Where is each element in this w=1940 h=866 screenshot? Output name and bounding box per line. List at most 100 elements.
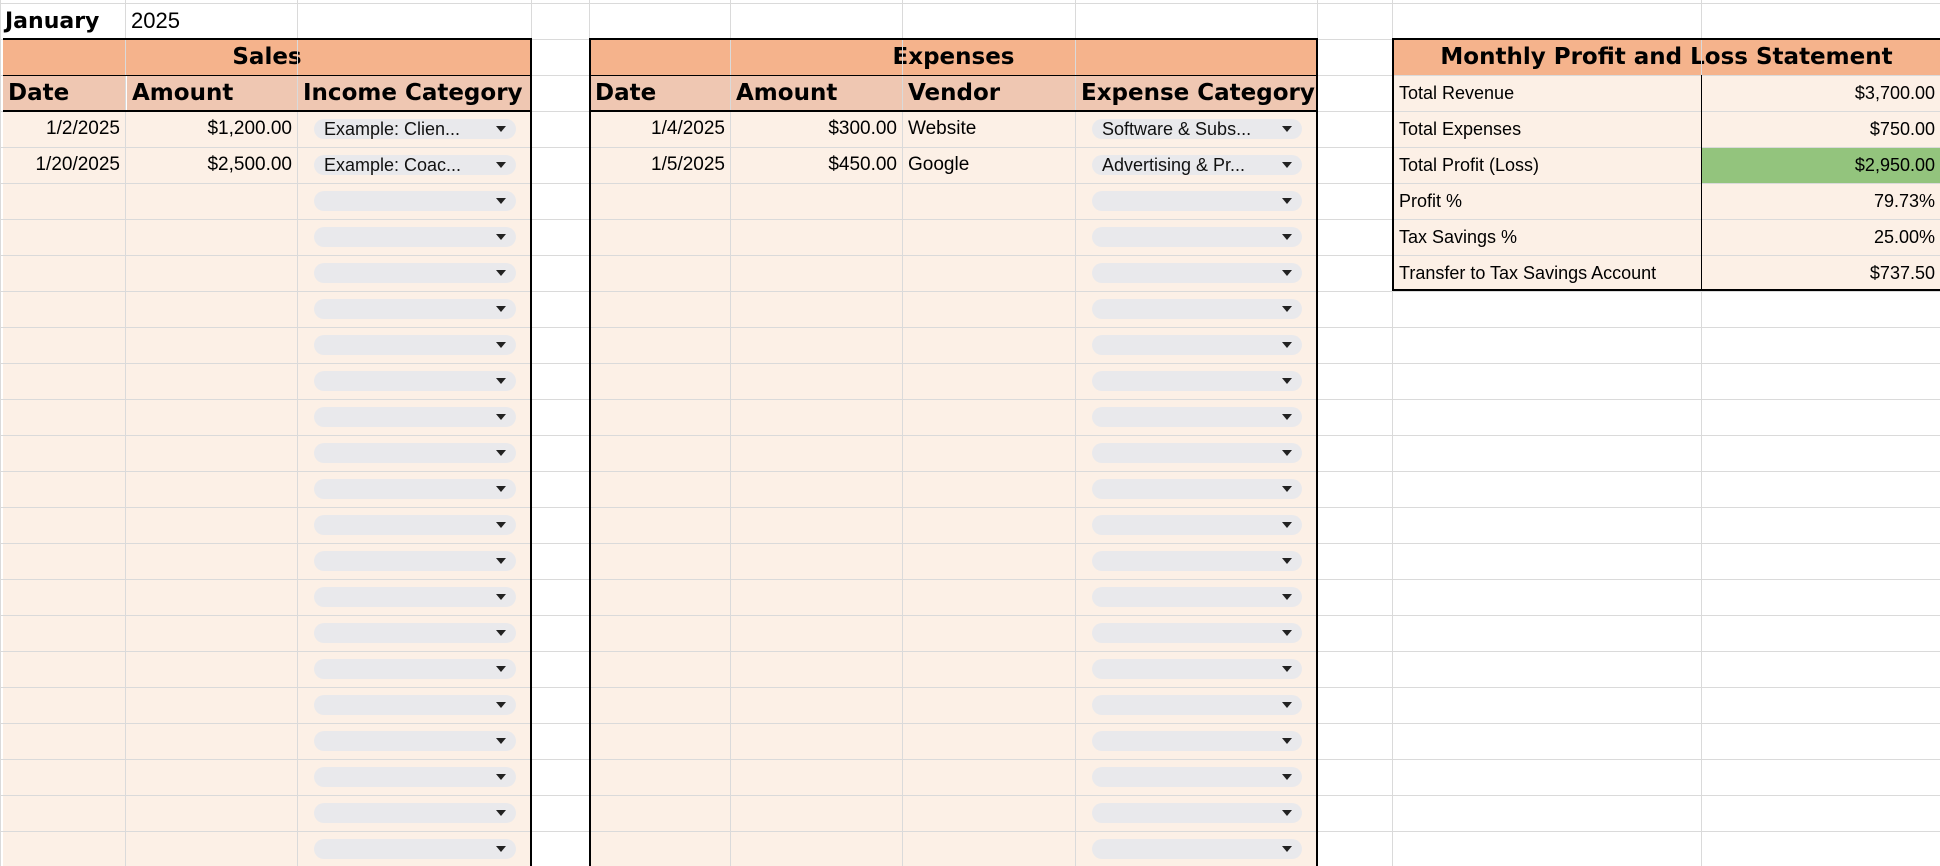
expense-vendor-cell[interactable]: [903, 543, 1075, 579]
expense-date-cell[interactable]: [591, 327, 730, 363]
sales-date-cell[interactable]: [3, 579, 125, 615]
expense-date-cell[interactable]: [591, 507, 730, 543]
pl-label[interactable]: Total Revenue: [1394, 75, 1701, 111]
expense-vendor-cell[interactable]: [903, 759, 1075, 795]
sales-amount-cell[interactable]: [126, 327, 297, 363]
pl-label[interactable]: Transfer to Tax Savings Account: [1394, 255, 1701, 291]
expense-category-dropdown[interactable]: [1092, 731, 1302, 751]
expense-vendor-cell[interactable]: [903, 327, 1075, 363]
expense-date-cell[interactable]: [591, 831, 730, 866]
expense-date-cell[interactable]: [591, 651, 730, 687]
expense-amount-cell[interactable]: [731, 615, 902, 651]
sales-date-cell[interactable]: [3, 183, 125, 219]
income-category-dropdown[interactable]: [314, 335, 516, 355]
expense-category-dropdown[interactable]: [1092, 479, 1302, 499]
expense-amount-cell[interactable]: [731, 579, 902, 615]
income-category-dropdown[interactable]: [314, 659, 516, 679]
sales-date-cell[interactable]: [3, 651, 125, 687]
expense-vendor-cell[interactable]: Website: [903, 111, 1075, 147]
expense-vendor-cell[interactable]: [903, 255, 1075, 291]
expense-category-dropdown[interactable]: [1092, 623, 1302, 643]
sales-amount-cell[interactable]: $1,200.00: [126, 111, 297, 147]
sales-date-cell[interactable]: [3, 831, 125, 866]
sales-date-cell[interactable]: [3, 255, 125, 291]
sales-date-cell[interactable]: [3, 795, 125, 831]
sales-date-cell[interactable]: [3, 471, 125, 507]
expense-amount-cell[interactable]: [731, 183, 902, 219]
expense-date-cell[interactable]: [591, 795, 730, 831]
sales-amount-cell[interactable]: [126, 435, 297, 471]
income-category-dropdown[interactable]: [314, 515, 516, 535]
sales-amount-cell[interactable]: [126, 255, 297, 291]
expense-amount-cell[interactable]: [731, 363, 902, 399]
income-category-dropdown[interactable]: [314, 191, 516, 211]
expense-date-cell[interactable]: [591, 579, 730, 615]
expense-category-dropdown[interactable]: [1092, 371, 1302, 391]
expense-category-dropdown[interactable]: [1092, 263, 1302, 283]
pl-label[interactable]: Total Profit (Loss): [1394, 147, 1701, 183]
expense-date-cell[interactable]: [591, 723, 730, 759]
expense-date-cell[interactable]: [591, 471, 730, 507]
expense-category-dropdown[interactable]: [1092, 587, 1302, 607]
sales-date-cell[interactable]: 1/20/2025: [3, 147, 125, 183]
sales-amount-cell[interactable]: [126, 183, 297, 219]
expense-amount-cell[interactable]: [731, 471, 902, 507]
expense-vendor-cell[interactable]: [903, 435, 1075, 471]
pl-value[interactable]: 79.73%: [1702, 183, 1940, 219]
pl-label[interactable]: Tax Savings %: [1394, 219, 1701, 255]
income-category-dropdown[interactable]: [314, 695, 516, 715]
expense-date-cell[interactable]: [591, 255, 730, 291]
expense-category-dropdown[interactable]: [1092, 767, 1302, 787]
expense-vendor-cell[interactable]: [903, 363, 1075, 399]
expense-category-dropdown[interactable]: [1092, 551, 1302, 571]
income-category-dropdown[interactable]: [314, 803, 516, 823]
pl-value[interactable]: $750.00: [1702, 111, 1940, 147]
sales-amount-cell[interactable]: [126, 759, 297, 795]
income-category-dropdown[interactable]: [314, 839, 516, 859]
expense-amount-cell[interactable]: $300.00: [731, 111, 902, 147]
sales-amount-cell[interactable]: [126, 651, 297, 687]
expense-vendor-cell[interactable]: [903, 183, 1075, 219]
income-category-dropdown[interactable]: [314, 227, 516, 247]
expense-vendor-cell[interactable]: [903, 795, 1075, 831]
expense-vendor-cell[interactable]: [903, 471, 1075, 507]
expense-category-dropdown[interactable]: [1092, 803, 1302, 823]
expense-vendor-cell[interactable]: [903, 651, 1075, 687]
expense-amount-cell[interactable]: [731, 651, 902, 687]
sales-amount-cell[interactable]: [126, 723, 297, 759]
expense-date-cell[interactable]: [591, 687, 730, 723]
sales-date-cell[interactable]: 1/2/2025: [3, 111, 125, 147]
expense-vendor-cell[interactable]: [903, 579, 1075, 615]
sales-amount-cell[interactable]: [126, 543, 297, 579]
expense-amount-cell[interactable]: [731, 327, 902, 363]
income-category-dropdown[interactable]: [314, 623, 516, 643]
sales-date-cell[interactable]: [3, 291, 125, 327]
expense-amount-cell[interactable]: [731, 219, 902, 255]
expense-vendor-cell[interactable]: [903, 831, 1075, 866]
month-label-cell[interactable]: January: [0, 3, 125, 39]
expense-date-cell[interactable]: [591, 399, 730, 435]
income-category-dropdown[interactable]: [314, 551, 516, 571]
expense-amount-cell[interactable]: [731, 687, 902, 723]
income-category-dropdown[interactable]: [314, 767, 516, 787]
pl-value[interactable]: $3,700.00: [1702, 75, 1940, 111]
sales-amount-cell[interactable]: $2,500.00: [126, 147, 297, 183]
income-category-dropdown[interactable]: [314, 407, 516, 427]
income-category-dropdown[interactable]: Example: Clien...: [314, 119, 516, 139]
expense-amount-cell[interactable]: [731, 435, 902, 471]
sales-date-cell[interactable]: [3, 543, 125, 579]
pl-label[interactable]: Profit %: [1394, 183, 1701, 219]
expense-category-dropdown[interactable]: [1092, 227, 1302, 247]
income-category-dropdown[interactable]: [314, 731, 516, 751]
expense-date-cell[interactable]: [591, 543, 730, 579]
expense-amount-cell[interactable]: [731, 543, 902, 579]
year-cell[interactable]: 2025: [126, 3, 296, 39]
expense-vendor-cell[interactable]: [903, 507, 1075, 543]
sales-date-cell[interactable]: [3, 507, 125, 543]
sales-date-cell[interactable]: [3, 219, 125, 255]
expense-date-cell[interactable]: 1/4/2025: [591, 111, 730, 147]
expense-vendor-cell[interactable]: Google: [903, 147, 1075, 183]
expense-category-dropdown[interactable]: [1092, 299, 1302, 319]
sales-date-cell[interactable]: [3, 399, 125, 435]
pl-value[interactable]: $737.50: [1702, 255, 1940, 291]
